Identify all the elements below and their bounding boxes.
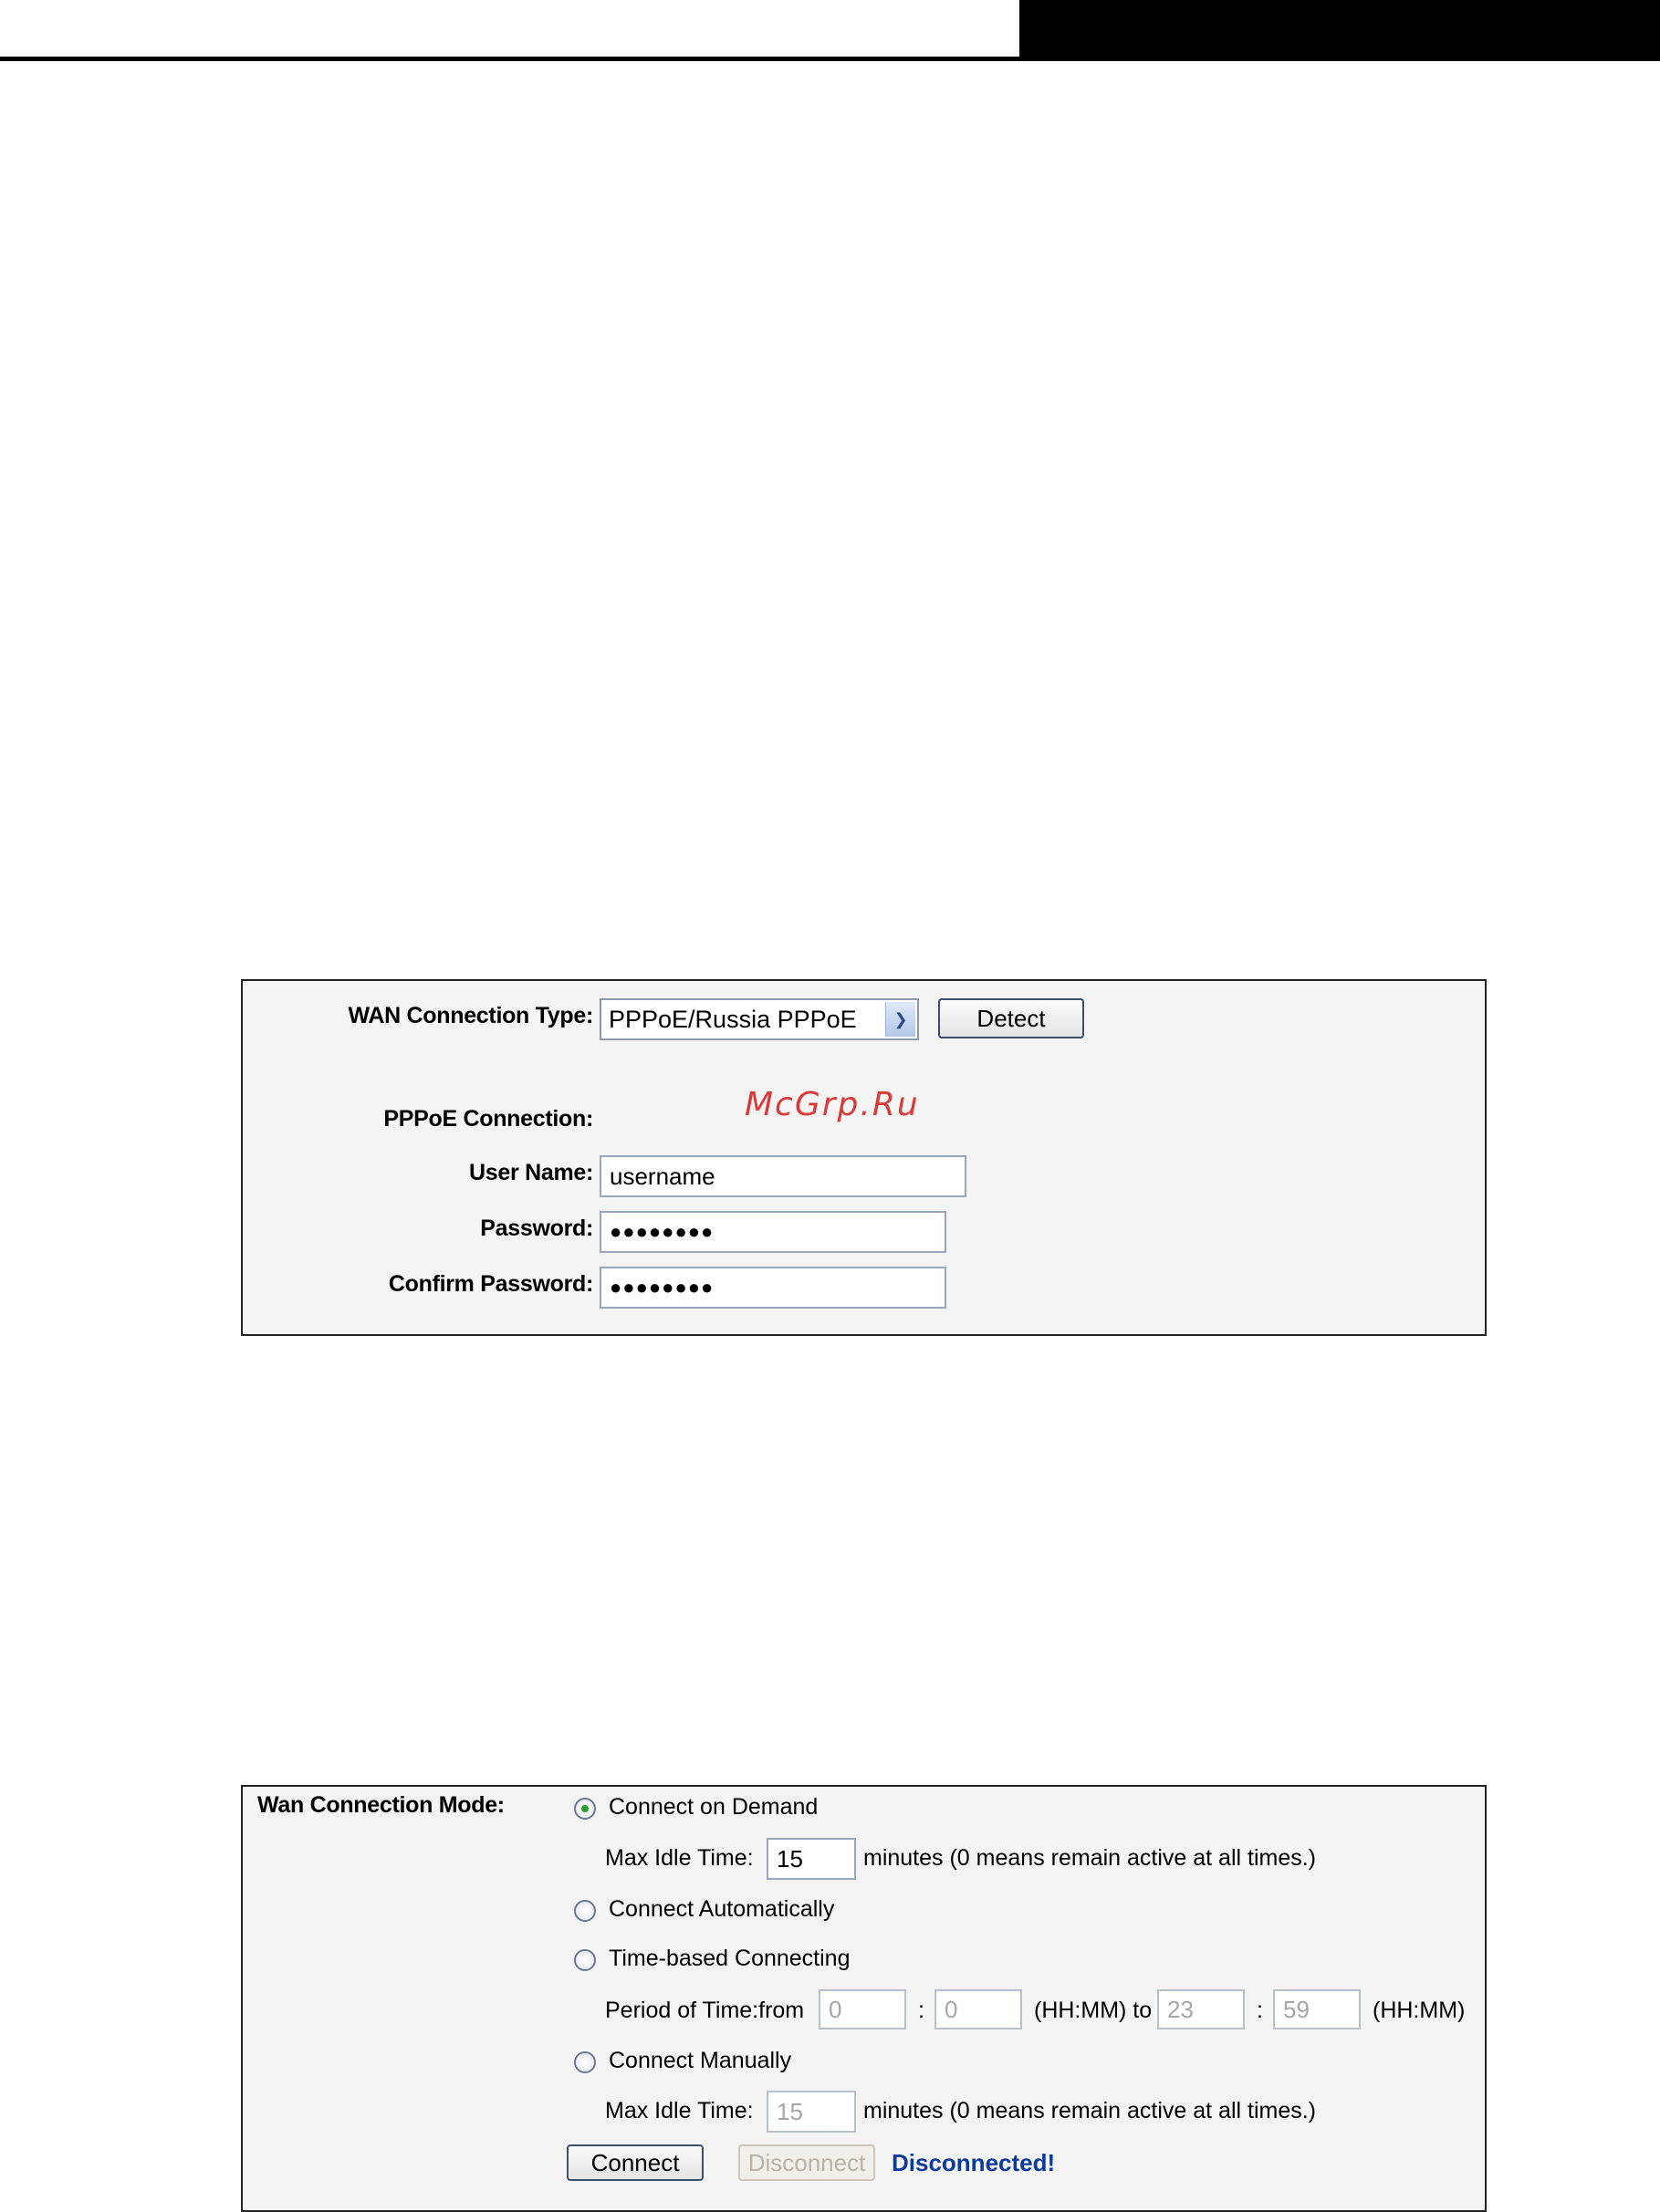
wan-connection-type-label: WAN Connection Type: [348, 1003, 593, 1028]
from-minute-input[interactable]: 0 [934, 1989, 1022, 2029]
connect-manually-label: Connect Manually [609, 2048, 792, 2073]
password-input[interactable]: ●●●●●●●● [600, 1211, 946, 1253]
header-block [1019, 0, 1660, 61]
time-based-connecting-label: Time-based Connecting [609, 1946, 851, 1971]
radio-connect-automatically[interactable] [574, 1900, 596, 1922]
from-hour-input[interactable]: 0 [819, 1989, 906, 2029]
time-colon-2: : [1257, 1998, 1263, 2023]
connect-automatically-label: Connect Automatically [609, 1896, 835, 1922]
pppoe-settings-panel: WAN Connection Type: PPPoE/Russia PPPoE … [241, 979, 1487, 1336]
max-idle-time-input[interactable]: 15 [767, 1838, 856, 1880]
user-name-input[interactable]: username [600, 1155, 966, 1197]
confirm-password-input[interactable]: ●●●●●●●● [600, 1267, 946, 1309]
disconnect-button[interactable]: Disconnect [738, 2144, 875, 2181]
max-idle-time-hint: minutes (0 means remain active at all ti… [863, 1845, 1317, 1871]
chevron-down-icon[interactable]: ❯ [885, 1002, 915, 1037]
hhmm-to-label: (HH:MM) to [1034, 1998, 1153, 2023]
radio-connect-manually[interactable] [574, 2051, 596, 2073]
user-name-label: User Name: [469, 1160, 593, 1185]
max-idle-time-label: Max Idle Time: [605, 1845, 754, 1871]
wan-connection-mode-label: Wan Connection Mode: [257, 1792, 505, 1818]
connection-status-text: Disconnected! [892, 2149, 1056, 2176]
to-hour-input[interactable]: 23 [1157, 1989, 1245, 2029]
radio-connect-on-demand[interactable] [574, 1798, 596, 1820]
wan-connection-type-select[interactable]: PPPoE/Russia PPPoE ❯ [600, 998, 919, 1040]
connect-on-demand-label: Connect on Demand [609, 1794, 819, 1820]
confirm-password-label: Confirm Password: [388, 1271, 593, 1297]
wan-connection-mode-panel: Wan Connection Mode: Connect on Demand M… [241, 1785, 1487, 2212]
detect-button[interactable]: Detect [938, 998, 1084, 1038]
password-label: Password: [480, 1216, 593, 1241]
connect-button[interactable]: Connect [567, 2144, 704, 2181]
time-colon-1: : [918, 1998, 924, 2023]
max-idle-time-hint-manual: minutes (0 means remain active at all ti… [863, 2098, 1317, 2123]
wan-connection-type-value: PPPoE/Russia PPPoE [609, 1005, 857, 1033]
radio-time-based-connecting[interactable] [574, 1949, 596, 1971]
pppoe-connection-label: PPPoE Connection: [383, 1106, 593, 1132]
max-idle-time-label-manual: Max Idle Time: [605, 2098, 754, 2123]
max-idle-time-input-manual[interactable]: 15 [767, 2091, 856, 2133]
hhmm-end-label: (HH:MM) [1373, 1998, 1466, 2023]
period-of-time-label: Period of Time:from [605, 1998, 805, 2023]
to-minute-input[interactable]: 59 [1273, 1989, 1361, 2029]
watermark-text: McGrp.Ru [745, 1086, 920, 1123]
